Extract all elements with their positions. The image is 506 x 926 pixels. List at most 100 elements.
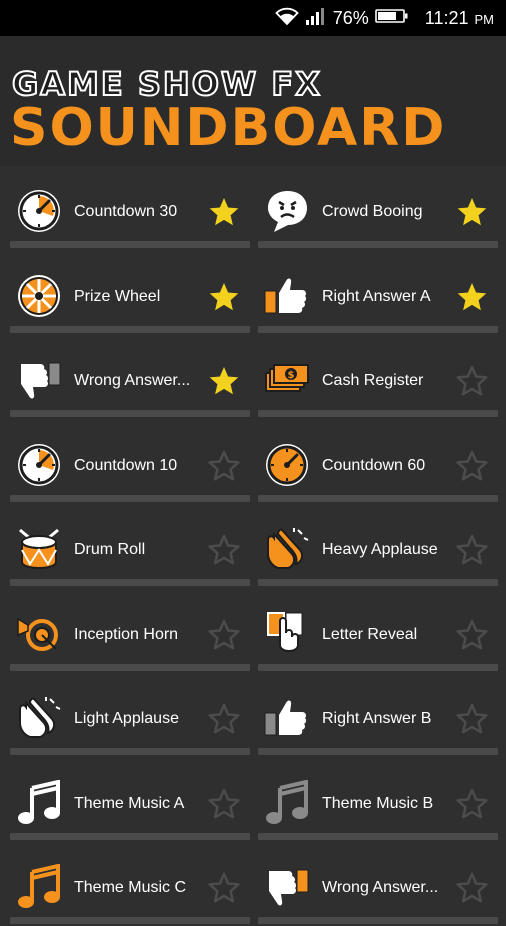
sound-label: Heavy Applause bbox=[322, 541, 438, 558]
sound-button[interactable]: Crowd Booing bbox=[258, 166, 498, 250]
star-outline-icon[interactable] bbox=[456, 788, 488, 820]
star-outline-icon[interactable] bbox=[456, 534, 488, 566]
stopwatch-icon bbox=[16, 188, 62, 234]
star-outline-icon[interactable] bbox=[208, 872, 240, 904]
stopwatch-orange-icon bbox=[264, 442, 310, 488]
sound-label: Right Answer B bbox=[322, 710, 432, 727]
sound-label: Inception Horn bbox=[74, 625, 179, 643]
star-filled-icon[interactable] bbox=[456, 281, 488, 313]
battery-percent: 76% bbox=[332, 7, 369, 28]
progress-bar bbox=[258, 241, 498, 248]
music-note-orange-icon bbox=[16, 863, 62, 910]
sound-button[interactable]: Countdown 30 bbox=[10, 166, 250, 250]
sound-button[interactable]: Theme Music C bbox=[10, 842, 250, 926]
wifi-icon bbox=[274, 6, 299, 31]
drum-icon bbox=[16, 526, 62, 572]
sound-button[interactable]: $ Cash Register bbox=[258, 335, 498, 419]
star-outline-icon[interactable] bbox=[208, 534, 240, 566]
sound-label: Theme Music B bbox=[322, 794, 434, 812]
progress-bar bbox=[258, 494, 498, 502]
star-filled-icon[interactable] bbox=[208, 196, 240, 228]
progress-bar bbox=[10, 832, 250, 840]
sound-label: Countdown 60 bbox=[322, 456, 426, 474]
music-note-icon bbox=[16, 778, 62, 826]
horn-icon bbox=[16, 611, 62, 657]
sound-label: Prize Wheel bbox=[74, 287, 161, 305]
progress-bar bbox=[258, 410, 498, 417]
app-title-line2: SOUNDBOARD bbox=[10, 98, 447, 158]
sound-button[interactable]: Drum Roll bbox=[10, 504, 250, 588]
clapping-hands-icon bbox=[16, 695, 62, 741]
sound-label: Theme Music C bbox=[74, 879, 187, 896]
sound-label: Wrong Answer... bbox=[322, 879, 439, 896]
star-outline-icon[interactable] bbox=[208, 703, 240, 735]
progress-bar bbox=[10, 241, 250, 248]
sound-label: Countdown 10 bbox=[74, 456, 178, 474]
star-outline-icon[interactable] bbox=[456, 703, 488, 735]
progress-bar bbox=[258, 832, 498, 840]
sound-label: Wrong Answer... bbox=[74, 372, 191, 389]
sound-label: Right Answer A bbox=[322, 287, 431, 305]
stopwatch-icon bbox=[16, 442, 62, 488]
star-outline-icon[interactable] bbox=[456, 872, 488, 904]
sound-button[interactable]: Letter Reveal bbox=[258, 589, 498, 673]
progress-bar bbox=[258, 917, 498, 924]
progress-bar bbox=[10, 748, 250, 755]
progress-bar bbox=[10, 917, 250, 924]
thumbs-up-gray-icon bbox=[264, 695, 310, 741]
sound-label: Theme Music A bbox=[74, 794, 185, 812]
sound-button[interactable]: Inception Horn bbox=[10, 589, 250, 673]
sound-button[interactable]: Light Applause bbox=[10, 673, 250, 757]
star-outline-icon[interactable] bbox=[208, 619, 240, 651]
sound-button[interactable]: Prize Wheel bbox=[10, 251, 250, 335]
thumbs-down-icon bbox=[16, 357, 62, 403]
sound-button[interactable]: Heavy Applause bbox=[258, 504, 498, 588]
progress-bar bbox=[10, 494, 250, 502]
star-outline-icon[interactable] bbox=[456, 450, 488, 482]
progress-bar bbox=[258, 325, 498, 333]
clock-ampm: PM bbox=[474, 12, 495, 27]
thumbs-up-icon bbox=[264, 273, 310, 319]
sound-label: Letter Reveal bbox=[322, 625, 418, 643]
sound-button[interactable]: Theme Music B bbox=[258, 758, 498, 842]
star-outline-icon[interactable] bbox=[456, 365, 488, 397]
clock-time: 11:21 bbox=[424, 7, 469, 28]
letter-reveal-hand-icon bbox=[264, 611, 310, 657]
sound-label: Light Applause bbox=[74, 710, 179, 727]
app-title-line1: GAME SHOW FX bbox=[11, 65, 322, 103]
battery-icon bbox=[374, 7, 409, 30]
cash-stack-icon: $ bbox=[264, 357, 310, 403]
status-bar: 76% 11:21 PM bbox=[0, 0, 506, 36]
sound-label: Drum Roll bbox=[74, 541, 146, 558]
sound-label: Cash Register bbox=[322, 372, 424, 389]
sound-button[interactable]: Countdown 10 bbox=[10, 420, 250, 504]
app-header: GAME SHOW FX SOUNDBOARD bbox=[0, 36, 506, 166]
svg-text:$: $ bbox=[288, 370, 295, 381]
progress-bar bbox=[258, 579, 498, 586]
thumbs-down-orange-icon bbox=[264, 864, 310, 910]
sound-button[interactable]: Right Answer A bbox=[258, 251, 498, 335]
progress-bar bbox=[10, 579, 250, 586]
sound-button[interactable]: Right Answer B bbox=[258, 673, 498, 757]
progress-bar bbox=[258, 663, 498, 671]
sound-label: Countdown 30 bbox=[74, 203, 178, 220]
progress-bar bbox=[10, 325, 250, 333]
star-outline-icon[interactable] bbox=[208, 788, 240, 820]
prize-wheel-icon bbox=[16, 273, 62, 319]
sound-button[interactable]: Wrong Answer... bbox=[258, 842, 498, 926]
sound-label: Crowd Booing bbox=[322, 203, 423, 220]
angry-speech-bubble-icon bbox=[264, 188, 310, 234]
progress-bar bbox=[10, 663, 250, 671]
progress-bar bbox=[258, 748, 498, 755]
star-outline-icon[interactable] bbox=[456, 619, 488, 651]
sound-button[interactable]: Theme Music A bbox=[10, 758, 250, 842]
sound-button[interactable]: Countdown 60 bbox=[258, 420, 498, 504]
star-filled-icon[interactable] bbox=[208, 365, 240, 397]
sound-button[interactable]: Wrong Answer... bbox=[10, 335, 250, 419]
star-filled-icon[interactable] bbox=[208, 281, 240, 313]
cell-signal-icon bbox=[305, 6, 327, 31]
music-note-gray-icon bbox=[264, 778, 310, 826]
progress-bar bbox=[10, 410, 250, 417]
star-filled-icon[interactable] bbox=[456, 196, 488, 228]
star-outline-icon[interactable] bbox=[208, 450, 240, 482]
